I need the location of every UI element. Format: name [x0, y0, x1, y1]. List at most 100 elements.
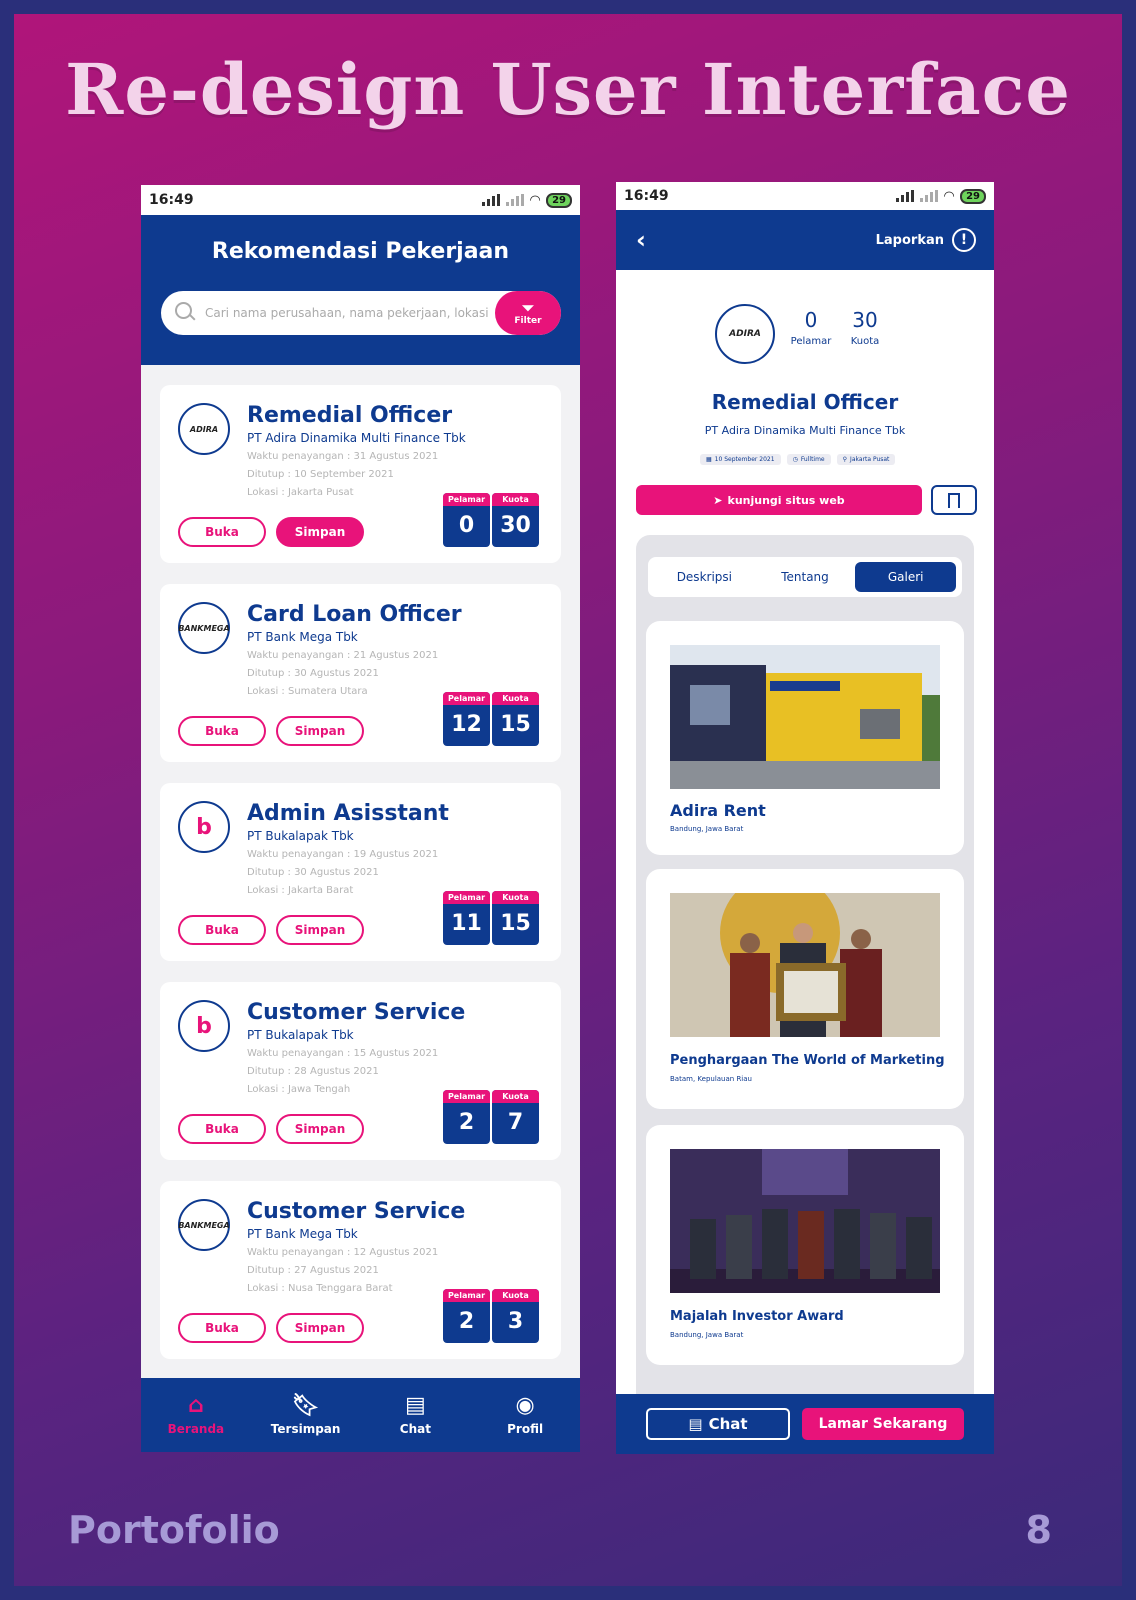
nav-item-profile[interactable]: ◉ Profil: [470, 1378, 580, 1452]
closing-date: Ditutup : 27 Agustus 2021: [247, 1265, 379, 1276]
job-location: Lokasi : Sumatera Utara: [247, 686, 368, 697]
job-card[interactable]: b Admin Asisstant PT Bukalapak Tbk Waktu…: [160, 783, 561, 961]
status-time: 16:49: [624, 188, 669, 204]
gallery-photo: [670, 645, 940, 789]
company-name: PT Bank Mega Tbk: [247, 630, 358, 644]
report-button[interactable]: Laporkan !: [876, 228, 976, 252]
open-button[interactable]: Buka: [178, 716, 266, 746]
applicants-count: 0: [458, 513, 475, 538]
visit-website-button[interactable]: ➤ kunjungi situs web: [636, 485, 922, 515]
company-name: PT Bukalapak Tbk: [247, 829, 354, 843]
nav-item-saved[interactable]: 🔖︎ Tersimpan: [251, 1378, 361, 1452]
job-title[interactable]: Remedial Officer: [247, 403, 452, 428]
status-time: 16:49: [149, 192, 194, 208]
applicants-label: Pelamar: [790, 336, 832, 347]
job-title[interactable]: Admin Asisstant: [247, 801, 449, 826]
applicants-stat: 0 Pelamar: [784, 308, 838, 347]
applicants-count: 12: [451, 712, 482, 737]
nav-label: Chat: [399, 1422, 431, 1436]
gallery-title: Penghargaan The World of Marketing: [670, 1053, 945, 1068]
applicants-count: 2: [458, 1110, 475, 1135]
gallery-title: Adira Rent: [670, 801, 766, 820]
clock-icon: ◷: [792, 456, 798, 463]
job-title[interactable]: Customer Service: [247, 1199, 465, 1224]
search-bar[interactable]: Cari nama perusahaan, nama pekerjaan, lo…: [161, 291, 561, 335]
action-bar: ▤ Chat Lamar Sekarang: [616, 1394, 994, 1454]
quota-label: Kuota: [492, 493, 539, 506]
job-location: Lokasi : Jawa Tengah: [247, 1084, 351, 1095]
open-button[interactable]: Buka: [178, 1313, 266, 1343]
applicants-label: Pelamar: [443, 1090, 490, 1103]
nav-item-chat[interactable]: ▤ Chat: [361, 1378, 471, 1452]
chat-label: Chat: [708, 1415, 748, 1433]
save-button[interactable]: Simpan: [276, 517, 364, 547]
search-icon: [175, 302, 197, 324]
send-icon: ➤: [713, 493, 723, 507]
report-label: Laporkan: [875, 232, 944, 248]
nav-item-home[interactable]: ⌂ Beranda: [141, 1378, 251, 1452]
gallery-card[interactable]: Penghargaan The World of Marketing Batam…: [646, 869, 964, 1109]
company-name: PT Adira Dinamika Multi Finance Tbk: [247, 431, 466, 445]
company-logo: b: [178, 801, 230, 853]
save-button[interactable]: Simpan: [276, 716, 364, 746]
alert-icon: !: [952, 228, 976, 252]
company-logo: ADIRA: [715, 304, 775, 364]
job-tags: ▦ 10 September 2021 ◷ Fulltime ⚲ Jakarta Pu…: [700, 454, 896, 465]
chat-icon: ▤: [688, 1415, 703, 1433]
quota-label: Kuota: [492, 1090, 539, 1103]
job-title[interactable]: Customer Service: [247, 1000, 465, 1025]
filter-button[interactable]: ⏷ Filter: [495, 291, 561, 335]
back-icon[interactable]: ‹: [636, 226, 646, 254]
tab-about[interactable]: Tentang: [755, 562, 856, 592]
bottom-nav: ⌂ Beranda 🔖︎ Tersimpan ▤ Chat ◉ Profil: [141, 1378, 580, 1452]
chat-button[interactable]: ▤ Chat: [646, 1408, 790, 1440]
search-input[interactable]: Cari nama perusahaan, nama pekerjaan, lo…: [205, 306, 495, 320]
save-button[interactable]: Simpan: [276, 1114, 364, 1144]
bookmark-button[interactable]: [931, 485, 977, 515]
gallery-card[interactable]: Adira Rent Bandung, Jawa Barat: [646, 621, 964, 855]
gallery-location: Batam, Kepulauan Riau: [670, 1075, 752, 1083]
job-title[interactable]: Card Loan Officer: [247, 602, 462, 627]
tab-description[interactable]: Deskripsi: [654, 562, 755, 592]
poster-headline: Re-design User Interface: [65, 48, 1071, 131]
applicants-count: 0: [804, 308, 818, 332]
calendar-icon: ▦: [706, 456, 712, 463]
signal-icon: [920, 190, 939, 202]
save-button[interactable]: Simpan: [276, 1313, 364, 1343]
closing-date: Ditutup : 30 Agustus 2021: [247, 867, 379, 878]
job-card[interactable]: BANKMEGA Customer Service PT Bank Mega T…: [160, 1181, 561, 1359]
open-button[interactable]: Buka: [178, 517, 266, 547]
job-card[interactable]: BANKMEGA Card Loan Officer PT Bank Mega …: [160, 584, 561, 762]
company-logo: BANKMEGA: [178, 602, 230, 654]
job-card[interactable]: b Customer Service PT Bukalapak Tbk Wakt…: [160, 982, 561, 1160]
nav-label: Profil: [507, 1422, 544, 1436]
quota-count: 15: [500, 712, 531, 737]
filter-label: Filter: [514, 315, 542, 326]
tab-bar: Deskripsi Tentang Galeri: [648, 557, 962, 597]
job-stats: Pelamar 11 Kuota 15: [443, 891, 539, 945]
company-name: PT Bukalapak Tbk: [247, 1028, 354, 1042]
tab-gallery[interactable]: Galeri: [855, 562, 957, 592]
chat-icon: ▤: [404, 1393, 426, 1418]
detail-header: ‹ Laporkan !: [616, 210, 994, 270]
job-stats: Pelamar 2 Kuota 3: [443, 1289, 539, 1343]
chip-label: Fulltime: [800, 456, 825, 463]
gallery-card[interactable]: Majalah Investor Award Bandung, Jawa Bar…: [646, 1125, 964, 1365]
bookmark-icon: [948, 492, 960, 508]
applicants-label: Pelamar: [443, 493, 490, 506]
open-button[interactable]: Buka: [178, 1114, 266, 1144]
job-card[interactable]: ADIRA Remedial Officer PT Adira Dinamika…: [160, 385, 561, 563]
job-title: Remedial Officer: [711, 390, 899, 414]
bookmark-icon: 🔖︎: [291, 1393, 320, 1418]
apply-now-button[interactable]: Lamar Sekarang: [802, 1408, 964, 1440]
chip-label: 10 September 2021: [714, 456, 775, 463]
quota-label: Kuota: [492, 891, 539, 904]
type-chip: ◷ Fulltime: [786, 454, 831, 465]
open-button[interactable]: Buka: [178, 915, 266, 945]
save-button[interactable]: Simpan: [276, 915, 364, 945]
posted-date: Waktu penayangan : 15 Agustus 2021: [247, 1048, 439, 1059]
gallery-location: Bandung, Jawa Barat: [670, 825, 744, 833]
visit-label: kunjungi situs web: [727, 493, 845, 507]
gallery-location: Bandung, Jawa Barat: [670, 1331, 744, 1339]
job-location: Lokasi : Jakarta Barat: [247, 885, 354, 896]
